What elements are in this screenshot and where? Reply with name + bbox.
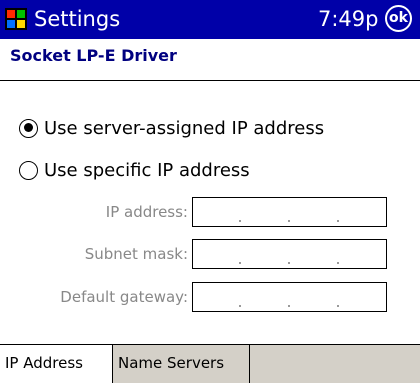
subnet-mask-field[interactable]	[192, 239, 387, 269]
windows-start-icon[interactable]	[5, 8, 27, 30]
radio-server-assigned[interactable]: Use server-assigned IP address	[19, 115, 324, 141]
ip-address-field[interactable]	[192, 197, 387, 227]
subnet-mask-label: Subnet mask:	[84, 245, 188, 263]
app-title: Settings	[34, 7, 121, 31]
radio-specific-ip[interactable]: Use specific IP address	[19, 157, 250, 183]
ip-address-label: IP address:	[105, 203, 188, 221]
tab-name-servers[interactable]: Name Servers	[113, 345, 250, 383]
default-gateway-field[interactable]	[192, 282, 387, 312]
radio-button-unselected[interactable]	[19, 160, 38, 180]
default-gateway-label: Default gateway:	[60, 288, 188, 306]
tab-ip-address[interactable]: IP Address	[0, 345, 113, 383]
radio-specific-ip-label[interactable]: Use specific IP address	[44, 160, 250, 181]
settings-screen: Settings 7:49p ok Socket LP-E Driver Use…	[0, 0, 420, 383]
title-bar: Settings 7:49p ok	[0, 0, 420, 39]
radio-button-selected[interactable]	[19, 118, 38, 138]
page-title: Socket LP-E Driver	[10, 46, 177, 65]
radio-server-assigned-label[interactable]: Use server-assigned IP address	[44, 118, 324, 139]
header-divider	[0, 80, 420, 81]
clock[interactable]: 7:49p	[318, 6, 379, 32]
ok-button[interactable]: ok	[385, 5, 412, 32]
